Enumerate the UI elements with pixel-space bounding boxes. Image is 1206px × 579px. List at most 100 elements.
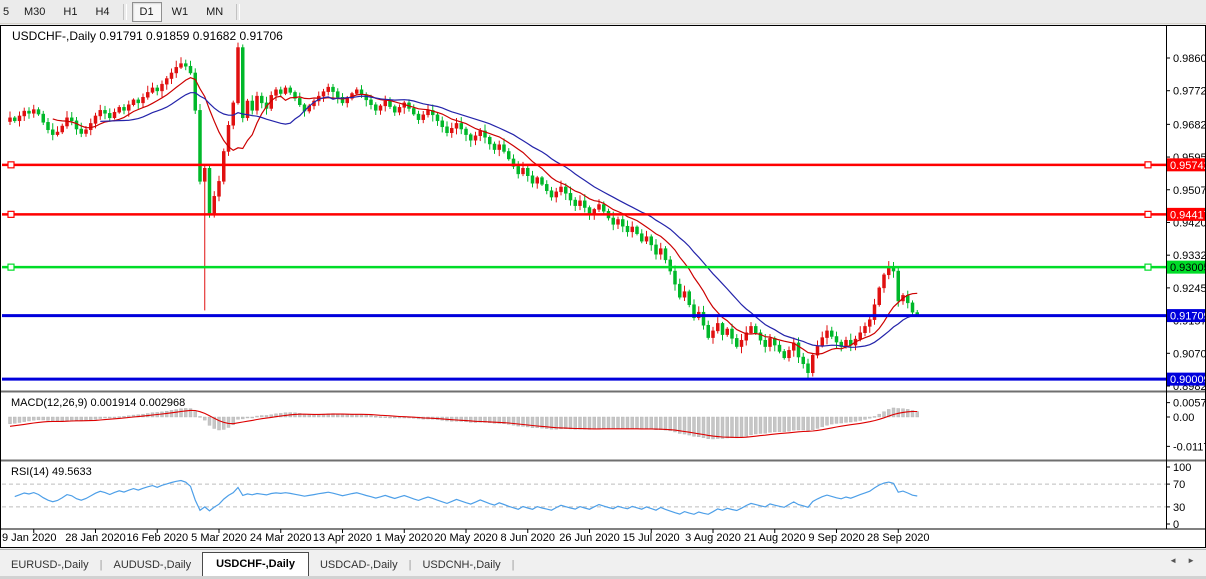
candle-body bbox=[830, 331, 833, 337]
timeframe-button-d1[interactable]: D1 bbox=[132, 2, 162, 22]
candle-body bbox=[864, 326, 867, 332]
macd-histogram-bar bbox=[716, 417, 719, 439]
candle-body bbox=[811, 355, 814, 373]
macd-histogram-bar bbox=[645, 417, 648, 429]
candle-body bbox=[726, 329, 729, 335]
candle-body bbox=[769, 338, 772, 346]
macd-histogram-bar bbox=[384, 417, 387, 418]
macd-histogram-bar bbox=[66, 417, 69, 420]
candle-body bbox=[465, 129, 468, 135]
tab-audusd[interactable]: AUDUSD-,Daily bbox=[102, 554, 202, 577]
macd-histogram-bar bbox=[270, 415, 273, 417]
timeframe-button-h4[interactable]: H4 bbox=[87, 2, 117, 22]
macd-histogram-bar bbox=[365, 415, 368, 417]
hline-handle-left[interactable] bbox=[8, 264, 14, 270]
tab-usdcad[interactable]: USDCAD-,Daily bbox=[309, 554, 409, 577]
macd-label: MACD(12,26,9) 0.001914 0.002968 bbox=[11, 397, 185, 409]
candle-body bbox=[180, 64, 183, 68]
macd-histogram-bar bbox=[564, 417, 567, 429]
macd-histogram-bar bbox=[826, 417, 829, 425]
timeframe-toolbar: 5M30H1H4 D1W1MN bbox=[0, 0, 1206, 24]
tab-eurusd[interactable]: EURUSD-,Daily bbox=[0, 554, 100, 577]
macd-histogram-bar bbox=[773, 417, 776, 432]
candle-body bbox=[170, 73, 173, 79]
macd-histogram-bar bbox=[70, 417, 73, 420]
candle-body bbox=[873, 305, 876, 320]
macd-histogram-bar bbox=[854, 417, 857, 421]
macd-histogram-bar bbox=[469, 417, 472, 422]
macd-histogram-bar bbox=[9, 417, 12, 424]
candle-body bbox=[289, 88, 292, 92]
candle-body bbox=[75, 121, 78, 129]
tab-usdcnh[interactable]: USDCNH-,Daily bbox=[411, 554, 511, 577]
macd-histogram-bar bbox=[94, 417, 97, 419]
macd-histogram-bar bbox=[517, 417, 520, 426]
timeframe-button-m30[interactable]: M30 bbox=[16, 2, 53, 22]
candle-body bbox=[422, 115, 425, 120]
candle-body bbox=[835, 336, 838, 342]
macd-histogram-bar bbox=[788, 417, 791, 431]
macd-histogram-bar bbox=[802, 417, 805, 430]
timeframe-button-mn[interactable]: MN bbox=[198, 2, 231, 22]
macd-histogram-bar bbox=[612, 417, 615, 429]
candle-body bbox=[222, 151, 225, 181]
price-badge-label: 0.90009 bbox=[1170, 374, 1206, 386]
candle-body bbox=[655, 245, 658, 254]
macd-histogram-bar bbox=[659, 417, 662, 430]
candle-body bbox=[517, 166, 520, 173]
timeframe-button-w1[interactable]: W1 bbox=[164, 2, 197, 22]
candle-body bbox=[650, 237, 653, 245]
macd-histogram-bar bbox=[569, 417, 572, 429]
candle-body bbox=[716, 323, 719, 330]
timeframe-button-5[interactable]: 5 bbox=[1, 2, 14, 22]
price-axis-label: 0.98600 bbox=[1173, 53, 1206, 65]
candle-body bbox=[821, 338, 824, 346]
macd-histogram-bar bbox=[859, 417, 862, 421]
hline-handle-right[interactable] bbox=[1145, 162, 1151, 168]
candle-body bbox=[23, 111, 26, 116]
macd-histogram-bar bbox=[308, 415, 311, 417]
date-label: 1 May 2020 bbox=[376, 532, 433, 544]
candle-body bbox=[203, 168, 206, 181]
candle-body bbox=[42, 114, 45, 122]
macd-histogram-bar bbox=[598, 417, 601, 429]
candle-body bbox=[878, 288, 881, 305]
tab-usdchf[interactable]: USDCHF-,Daily bbox=[202, 552, 309, 577]
candle-body bbox=[550, 191, 553, 197]
hline-handle-right[interactable] bbox=[1145, 264, 1151, 270]
macd-histogram-bar bbox=[104, 417, 107, 418]
candle-body bbox=[455, 123, 458, 128]
candle-body bbox=[602, 205, 605, 212]
candle-body bbox=[522, 168, 525, 174]
macd-histogram-bar bbox=[313, 415, 316, 417]
chart-background[interactable] bbox=[0, 25, 1206, 548]
macd-histogram-bar bbox=[797, 417, 800, 430]
macd-histogram-bar bbox=[180, 409, 183, 417]
candle-body bbox=[161, 84, 164, 91]
macd-histogram-bar bbox=[379, 417, 382, 418]
hline-handle-left[interactable] bbox=[8, 211, 14, 217]
candle-body bbox=[640, 234, 643, 241]
macd-histogram-bar bbox=[759, 417, 762, 433]
candle-body bbox=[260, 96, 263, 103]
candle-body bbox=[28, 111, 31, 113]
chart-window[interactable]: 0.986000.977250.968250.959500.950750.942… bbox=[0, 0, 1206, 579]
macd-histogram-bar bbox=[655, 417, 658, 430]
candle-body bbox=[165, 79, 168, 85]
candle-body bbox=[721, 323, 724, 334]
macd-histogram-bar bbox=[636, 417, 639, 429]
macd-histogram-bar bbox=[346, 415, 349, 417]
macd-histogram-bar bbox=[731, 417, 734, 438]
candle-body bbox=[645, 237, 648, 241]
candle-body bbox=[32, 110, 35, 114]
tab-scroll-right-icon[interactable]: ► bbox=[1182, 554, 1200, 567]
macd-histogram-bar bbox=[840, 417, 843, 423]
timeframe-button-h1[interactable]: H1 bbox=[55, 2, 85, 22]
macd-histogram-bar bbox=[32, 417, 35, 420]
macd-histogram-bar bbox=[588, 417, 591, 429]
hline-handle-right[interactable] bbox=[1145, 211, 1151, 217]
hline-handle-left[interactable] bbox=[8, 162, 14, 168]
tab-scroll-left-icon[interactable]: ◄ bbox=[1164, 554, 1182, 567]
date-label: 28 Sep 2020 bbox=[867, 532, 929, 544]
macd-histogram-bar bbox=[830, 417, 833, 424]
